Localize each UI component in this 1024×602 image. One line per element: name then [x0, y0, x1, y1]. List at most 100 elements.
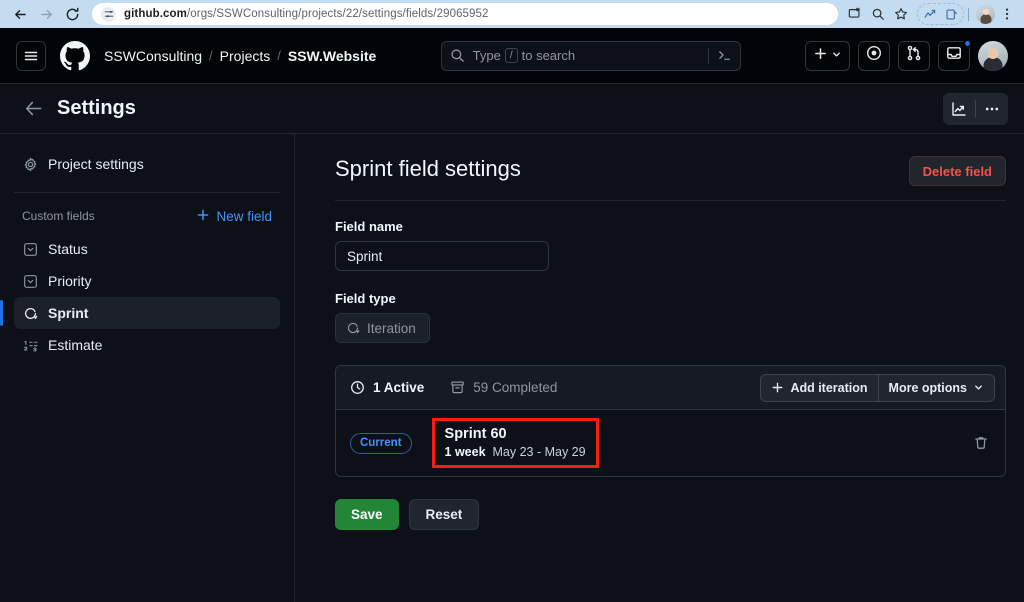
main-header: Sprint field settings Delete field	[335, 156, 1006, 200]
plus-icon	[196, 208, 210, 225]
breadcrumb-org[interactable]: SSWConsulting	[104, 48, 202, 64]
back-arrow-icon[interactable]	[24, 99, 43, 118]
custom-fields-label: Custom fields	[22, 209, 95, 223]
tab-active-label: 1 Active	[373, 380, 424, 395]
title-divider	[335, 200, 1006, 201]
user-avatar[interactable]	[978, 41, 1008, 71]
iterations-toolbar: 1 Active 59 Completed Add iteration	[336, 366, 1005, 410]
sidebar-item-priority[interactable]: Priority	[14, 265, 280, 297]
search-placeholder-head: Type	[473, 48, 501, 63]
chevron-down-icon	[973, 382, 984, 393]
field-type-value: Iteration	[335, 313, 430, 343]
save-button[interactable]: Save	[335, 499, 399, 530]
sidebar-item-label: Project settings	[48, 156, 144, 172]
single-select-icon	[22, 274, 38, 289]
browser-reload-button[interactable]	[60, 3, 84, 25]
breadcrumb-separator-2: /	[277, 48, 281, 63]
single-select-icon	[22, 242, 38, 257]
iteration-row: Current Sprint 60 1 week May 23 - May 29	[336, 410, 1005, 476]
number-123-icon	[22, 338, 38, 353]
main-content: Sprint field settings Delete field Field…	[295, 134, 1024, 602]
gear-icon	[22, 157, 38, 172]
sidebar-item-label: Sprint	[48, 305, 88, 321]
site-settings-sliders-icon[interactable]	[101, 7, 116, 22]
git-pull-request-icon	[906, 45, 922, 66]
issue-opened-icon	[866, 45, 882, 66]
delete-field-button[interactable]: Delete field	[909, 156, 1006, 186]
extension-clipboard-icon[interactable]	[941, 4, 961, 24]
url-domain: github.com	[124, 8, 187, 20]
zoom-search-icon[interactable]	[867, 3, 889, 25]
search-input[interactable]: Type / to search	[441, 41, 741, 71]
plus-icon	[771, 381, 784, 394]
browser-back-button[interactable]	[8, 3, 32, 25]
github-mark-icon[interactable]	[60, 41, 90, 71]
field-name-input[interactable]: Sprint	[335, 241, 549, 271]
url-text: github.com/orgs/SSWConsulting/projects/2…	[124, 8, 489, 20]
breadcrumb-separator: /	[209, 48, 213, 63]
iteration-icon	[346, 321, 360, 335]
search-container: Type / to search	[390, 41, 791, 71]
extension-activity-icon[interactable]	[920, 4, 940, 24]
sidebar-item-status[interactable]: Status	[14, 233, 280, 265]
settings-sidebar: Project settings Custom fields New field…	[0, 134, 295, 602]
toolbar-divider	[968, 8, 969, 21]
form-actions: Save Reset	[335, 499, 1006, 530]
sidebar-item-sprint[interactable]: Sprint	[14, 297, 280, 329]
browser-profile-avatar[interactable]	[976, 5, 995, 24]
more-options-label: More options	[889, 381, 967, 395]
tab-completed-label: 59 Completed	[473, 380, 557, 395]
insights-graph-icon[interactable]	[943, 93, 975, 125]
kebab-more-icon[interactable]	[976, 93, 1008, 125]
plus-icon	[813, 46, 828, 66]
clock-icon	[350, 380, 365, 395]
search-divider	[708, 48, 709, 64]
add-iteration-label: Add iteration	[790, 381, 867, 395]
search-icon	[450, 48, 465, 63]
github-header: SSWConsulting / Projects / SSW.Website T…	[0, 28, 1024, 84]
status-badge: Current	[350, 433, 412, 454]
search-placeholder-tail: to search	[522, 48, 575, 63]
sidebar-item-estimate[interactable]: Estimate	[14, 329, 280, 361]
add-iteration-button[interactable]: Add iteration	[761, 375, 877, 401]
extensions-group	[917, 3, 964, 25]
cast-screen-icon[interactable]	[844, 3, 866, 25]
sprint-highlight-box[interactable]: Sprint 60 1 week May 23 - May 29	[432, 418, 599, 468]
reset-button[interactable]: Reset	[409, 499, 480, 530]
create-new-button[interactable]	[805, 41, 850, 71]
hamburger-menu-icon[interactable]	[16, 41, 46, 71]
three-dot-menu-icon[interactable]	[998, 3, 1016, 25]
settings-toolbar-group	[943, 93, 1008, 125]
star-bookmark-icon[interactable]	[890, 3, 912, 25]
iteration-actions-group: Add iteration More options	[760, 374, 995, 402]
trash-icon[interactable]	[973, 435, 989, 451]
search-slash-key: /	[505, 48, 518, 63]
pull-requests-button[interactable]	[898, 41, 930, 71]
page-body: Project settings Custom fields New field…	[0, 134, 1024, 602]
command-palette-icon[interactable]	[717, 48, 732, 63]
search-placeholder: Type / to search	[473, 48, 700, 63]
browser-action-icons	[844, 3, 1016, 25]
breadcrumb-projects[interactable]: Projects	[220, 48, 271, 64]
issues-button[interactable]	[858, 41, 890, 71]
sprint-duration: 1 week	[445, 445, 486, 459]
url-path: /orgs/SSWConsulting/projects/22/settings…	[187, 8, 489, 20]
address-bar[interactable]: github.com/orgs/SSWConsulting/projects/2…	[92, 3, 838, 25]
sidebar-item-label: Status	[48, 241, 88, 257]
tab-active-iterations[interactable]: 1 Active	[350, 380, 424, 395]
inbox-icon	[946, 45, 962, 66]
browser-forward-button[interactable]	[34, 3, 58, 25]
browser-toolbar: github.com/orgs/SSWConsulting/projects/2…	[0, 0, 1024, 28]
notifications-inbox-button[interactable]	[938, 41, 970, 71]
archive-icon	[450, 380, 465, 395]
page-title: Settings	[57, 97, 136, 120]
field-type-label: Field type	[335, 291, 1006, 306]
custom-fields-header: Custom fields New field	[14, 203, 280, 229]
more-options-button[interactable]: More options	[879, 375, 994, 401]
tab-completed-iterations[interactable]: 59 Completed	[450, 380, 557, 395]
notification-indicator-dot	[963, 39, 972, 48]
sidebar-divider	[14, 192, 280, 193]
new-field-button[interactable]: New field	[196, 208, 272, 225]
sidebar-item-project-settings[interactable]: Project settings	[14, 148, 280, 180]
breadcrumb-project[interactable]: SSW.Website	[288, 48, 376, 64]
